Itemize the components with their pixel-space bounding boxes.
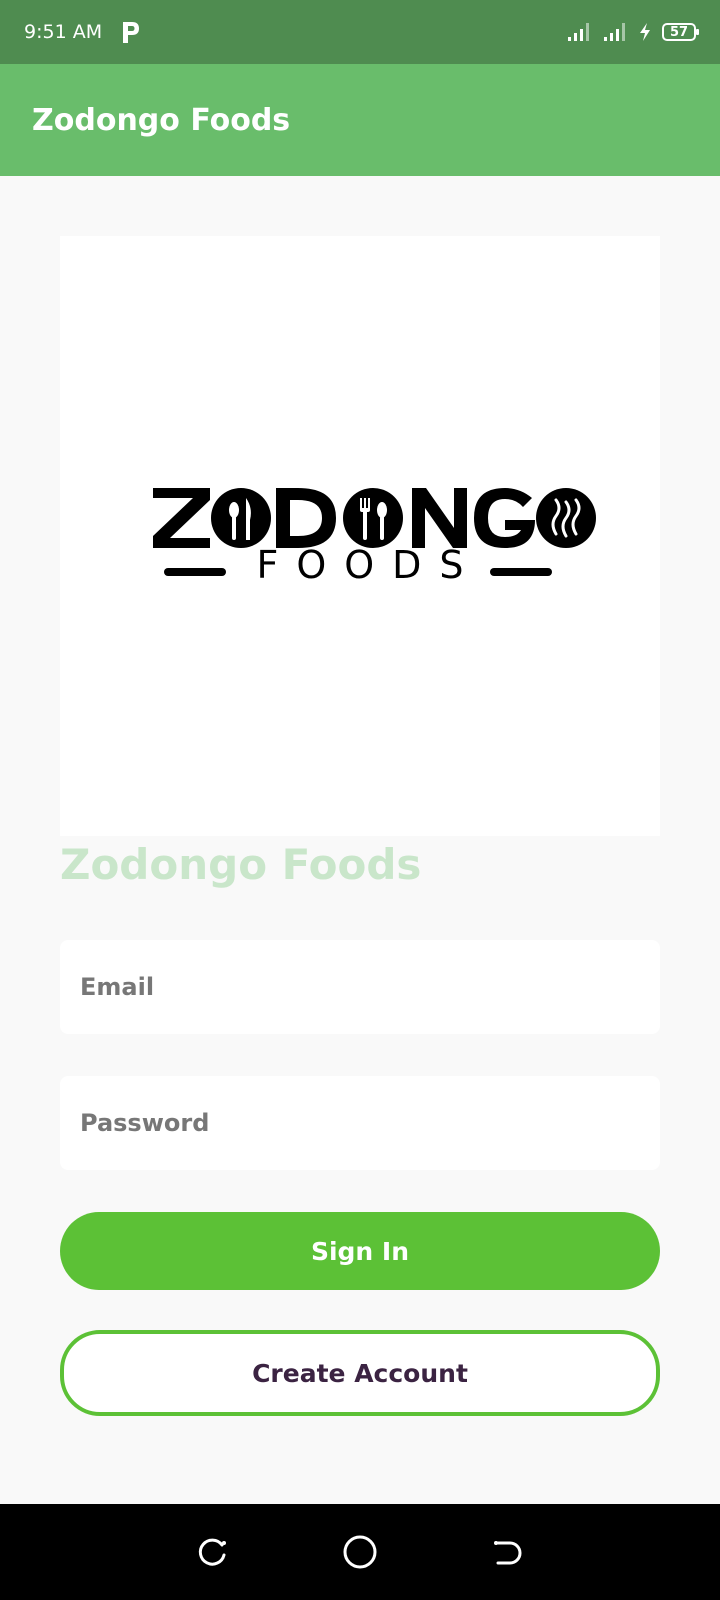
home-icon: [343, 1535, 377, 1569]
app-title: Zodongo Foods: [32, 102, 291, 138]
system-nav-bar: [0, 1504, 720, 1600]
p-app-icon: [123, 22, 140, 43]
password-field[interactable]: [60, 1076, 660, 1170]
signal-icon: [604, 23, 625, 41]
logo-card: FOODS: [60, 236, 660, 836]
email-field[interactable]: [60, 940, 660, 1034]
battery-indicator: 57: [662, 23, 699, 41]
sign-in-button[interactable]: Sign In: [60, 1212, 660, 1290]
zodongo-logo: [153, 488, 596, 576]
logo-subtitle: FOODS: [256, 543, 482, 587]
back-button[interactable]: [477, 1522, 537, 1582]
status-time: 9:51 AM: [24, 21, 103, 43]
create-account-button[interactable]: Create Account: [60, 1330, 660, 1416]
status-bar: 9:51 AM 57: [0, 0, 720, 64]
brand-heading: Zodongo Foods: [60, 840, 422, 889]
recents-icon: [199, 1538, 227, 1566]
recents-button[interactable]: [183, 1522, 243, 1582]
app-bar: Zodongo Foods: [0, 64, 720, 176]
bolt-icon: [640, 23, 650, 41]
signal-icon: [568, 23, 589, 41]
back-icon: [493, 1541, 522, 1565]
home-button[interactable]: [330, 1522, 390, 1582]
status-icons: 57: [566, 21, 699, 43]
